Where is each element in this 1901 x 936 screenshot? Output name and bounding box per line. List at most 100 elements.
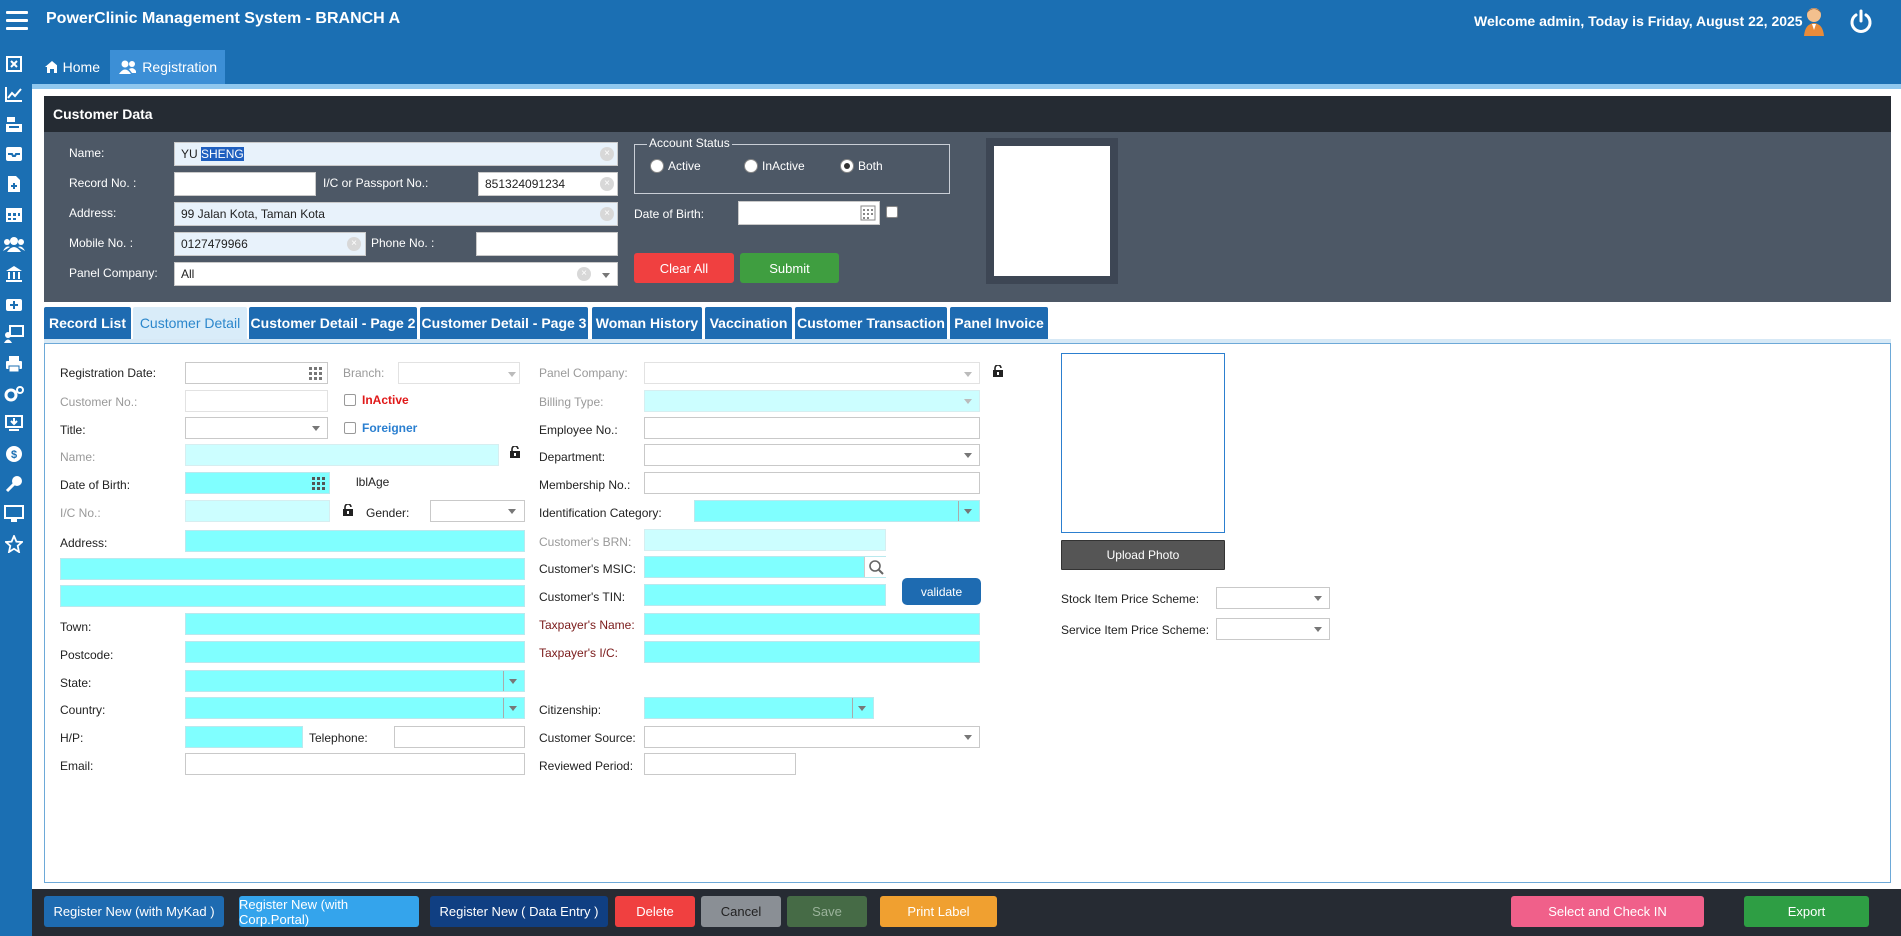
service-scheme-select[interactable] bbox=[1216, 618, 1330, 640]
phone-no-input[interactable] bbox=[476, 232, 618, 256]
register-mykad-button[interactable]: Register New (with MyKad ) bbox=[44, 896, 224, 927]
email-input[interactable] bbox=[185, 753, 525, 775]
dob-input[interactable] bbox=[185, 472, 330, 494]
dob-search-input[interactable] bbox=[738, 201, 880, 225]
tab-registration[interactable]: Registration bbox=[110, 50, 225, 84]
department-select[interactable] bbox=[644, 444, 980, 466]
hamburger-menu-icon[interactable] bbox=[6, 11, 28, 31]
chevron-down-icon[interactable] bbox=[509, 706, 517, 711]
chevron-down-icon[interactable] bbox=[602, 273, 610, 278]
calendar-icon[interactable] bbox=[0, 202, 28, 226]
clear-address-icon[interactable]: × bbox=[600, 207, 614, 221]
registration-date-input[interactable] bbox=[185, 362, 328, 384]
employee-no-input[interactable] bbox=[644, 417, 980, 439]
export-button[interactable]: Export bbox=[1744, 896, 1869, 927]
register-data-entry-button[interactable]: Register New ( Data Entry ) bbox=[430, 896, 608, 927]
cogs-icon[interactable] bbox=[0, 382, 28, 406]
clear-panel-icon[interactable]: × bbox=[577, 267, 591, 281]
tab-customer-detail-page-3[interactable]: Customer Detail - Page 3 bbox=[420, 307, 588, 339]
chevron-down-icon[interactable] bbox=[312, 426, 320, 431]
clear-name-icon[interactable]: × bbox=[600, 147, 614, 161]
users-icon[interactable] bbox=[0, 232, 28, 256]
tab-customer-detail-page-2[interactable]: Customer Detail - Page 2 bbox=[249, 307, 417, 339]
taxpayers-name-input[interactable] bbox=[644, 613, 980, 635]
reviewed-period-input[interactable] bbox=[644, 753, 796, 775]
chevron-down-icon[interactable] bbox=[858, 706, 866, 711]
telephone-input[interactable] bbox=[394, 726, 525, 748]
calendar-icon[interactable] bbox=[308, 365, 324, 381]
identification-category-select[interactable] bbox=[694, 500, 980, 522]
unlock-icon[interactable] bbox=[510, 445, 520, 458]
clear-ic-icon[interactable]: × bbox=[600, 177, 614, 191]
ic-no-input[interactable] bbox=[185, 500, 330, 522]
chevron-down-icon[interactable] bbox=[1314, 596, 1322, 601]
tab-customer-transaction[interactable]: Customer Transaction bbox=[795, 307, 947, 339]
stock-scheme-select[interactable] bbox=[1216, 587, 1330, 609]
title-select[interactable] bbox=[185, 417, 328, 439]
state-select[interactable] bbox=[185, 670, 525, 692]
select-check-in-button[interactable]: Select and Check IN bbox=[1511, 896, 1704, 927]
key-icon[interactable] bbox=[0, 472, 28, 496]
customer-source-select[interactable] bbox=[644, 726, 980, 748]
customers-brn-input[interactable] bbox=[644, 529, 886, 551]
chevron-down-icon[interactable] bbox=[964, 735, 972, 740]
chevron-down-icon[interactable] bbox=[509, 679, 517, 684]
customer-no-input[interactable] bbox=[185, 390, 328, 412]
status-inactive-radio[interactable] bbox=[744, 159, 758, 173]
ic-passport-input[interactable]: 851324091234 bbox=[478, 172, 618, 196]
power-icon[interactable] bbox=[1848, 9, 1874, 35]
tab-record-list[interactable]: Record List bbox=[44, 307, 131, 339]
file-medical-icon[interactable] bbox=[0, 172, 28, 196]
submit-button[interactable]: Submit bbox=[740, 253, 839, 283]
panel-company-select[interactable]: All bbox=[174, 262, 618, 286]
status-both-radio[interactable] bbox=[840, 159, 854, 173]
upload-photo-button[interactable]: Upload Photo bbox=[1061, 540, 1225, 570]
record-no-input[interactable] bbox=[174, 172, 316, 196]
clear-mobile-icon[interactable]: × bbox=[347, 237, 361, 251]
cancel-button[interactable]: Cancel bbox=[701, 896, 781, 927]
chevron-down-icon[interactable] bbox=[964, 509, 972, 514]
register-corp-portal-button[interactable]: Register New (with Corp.Portal) bbox=[239, 896, 419, 927]
print-label-button[interactable]: Print Label bbox=[880, 896, 997, 927]
chart-line-icon[interactable] bbox=[0, 82, 28, 106]
chevron-down-icon[interactable] bbox=[508, 509, 516, 514]
user-avatar-icon[interactable] bbox=[1802, 6, 1826, 36]
foreigner-checkbox[interactable] bbox=[344, 422, 356, 434]
cash-register-icon[interactable] bbox=[0, 112, 28, 136]
tab-woman-history[interactable]: Woman History bbox=[592, 307, 702, 339]
monitor-user-icon[interactable] bbox=[0, 322, 28, 346]
validate-button[interactable]: validate bbox=[902, 578, 981, 605]
postcode-input[interactable] bbox=[185, 641, 525, 663]
tab-panel-invoice[interactable]: Panel Invoice bbox=[950, 307, 1048, 339]
inactive-checkbox[interactable] bbox=[344, 394, 356, 406]
country-select[interactable] bbox=[185, 697, 525, 719]
citizenship-select[interactable] bbox=[644, 697, 874, 719]
calendar-icon[interactable] bbox=[311, 475, 327, 491]
membership-no-input[interactable] bbox=[644, 472, 980, 494]
customers-tin-input[interactable] bbox=[644, 584, 886, 606]
inbox-icon[interactable] bbox=[0, 142, 28, 166]
address-line-2-input[interactable] bbox=[60, 558, 525, 580]
town-input[interactable] bbox=[185, 613, 525, 635]
desktop-icon[interactable] bbox=[0, 502, 28, 526]
hp-input[interactable] bbox=[185, 726, 303, 748]
printer-icon[interactable] bbox=[0, 352, 28, 376]
save-button[interactable]: Save bbox=[787, 896, 867, 927]
mobile-no-input[interactable]: 0127479966 bbox=[174, 232, 366, 256]
money-bag-icon[interactable]: $ bbox=[0, 442, 28, 466]
search-icon[interactable] bbox=[864, 557, 886, 577]
unlock-icon[interactable] bbox=[993, 364, 1003, 377]
star-icon[interactable] bbox=[0, 532, 28, 556]
bank-icon[interactable] bbox=[0, 262, 28, 286]
delete-button[interactable]: Delete bbox=[615, 896, 695, 927]
status-active-radio[interactable] bbox=[650, 159, 664, 173]
tab-vaccination[interactable]: Vaccination bbox=[705, 307, 792, 339]
address-line-1-input[interactable] bbox=[185, 530, 525, 552]
name-input[interactable] bbox=[185, 444, 499, 466]
branch-select[interactable] bbox=[398, 362, 520, 384]
chevron-down-icon[interactable] bbox=[1314, 627, 1322, 632]
screen-download-icon[interactable] bbox=[0, 412, 28, 436]
dob-filter-checkbox[interactable] bbox=[886, 206, 898, 218]
clear-all-button[interactable]: Clear All bbox=[634, 253, 734, 283]
customers-msic-input[interactable] bbox=[644, 556, 886, 578]
